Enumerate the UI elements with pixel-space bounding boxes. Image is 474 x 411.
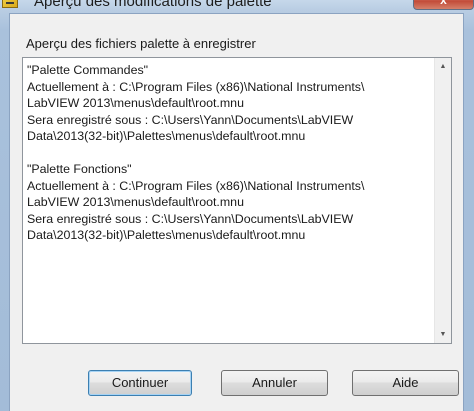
close-button[interactable]: x	[413, 0, 474, 10]
preview-line: Data\2013(32-bit)\Palettes\menus\default…	[27, 228, 306, 242]
preview-blank-line	[27, 145, 433, 162]
scroll-up-arrow-icon[interactable]: ▲	[435, 58, 451, 75]
section-label: Aperçu des fichiers palette à enregistre…	[26, 36, 256, 51]
continuer-button[interactable]: Continuer	[88, 370, 192, 396]
preview-textbox[interactable]: "Palette Commandes" Actuellement à : C:\…	[22, 57, 452, 344]
preview-line: "Palette Commandes"	[27, 63, 149, 77]
dialog-window: Aperçu des modifications de palette x Ap…	[0, 0, 474, 411]
window-title: Aperçu des modifications de palette	[34, 0, 272, 10]
preview-line: LabVIEW 2013\menus\default\root.mnu	[27, 96, 244, 110]
aide-button[interactable]: Aide	[352, 370, 459, 396]
preview-line: "Palette Fonctions"	[27, 162, 132, 176]
vertical-scrollbar[interactable]: ▲ ▼	[434, 58, 451, 343]
preview-line: Actuellement à : C:\Program Files (x86)\…	[27, 178, 365, 193]
close-icon: x	[440, 0, 447, 7]
dialog-client-area: Aperçu des fichiers palette à enregistre…	[9, 13, 464, 411]
scroll-down-arrow-icon[interactable]: ▼	[435, 326, 451, 343]
preview-line: Data\2013(32-bit)\Palettes\menus\default…	[27, 129, 306, 143]
preview-text: "Palette Commandes" Actuellement à : C:\…	[27, 62, 433, 244]
preview-line: LabVIEW 2013\menus\default\root.mnu	[27, 195, 244, 209]
title-bar: Aperçu des modifications de palette x	[0, 0, 474, 12]
preview-line: Sera enregistré sous : C:\Users\Yann\Doc…	[27, 211, 354, 226]
labview-app-icon	[2, 0, 18, 8]
preview-line: Actuellement à : C:\Program Files (x86)\…	[27, 79, 365, 94]
annuler-button[interactable]: Annuler	[221, 370, 328, 396]
preview-line: Sera enregistré sous : C:\Users\Yann\Doc…	[27, 112, 354, 127]
